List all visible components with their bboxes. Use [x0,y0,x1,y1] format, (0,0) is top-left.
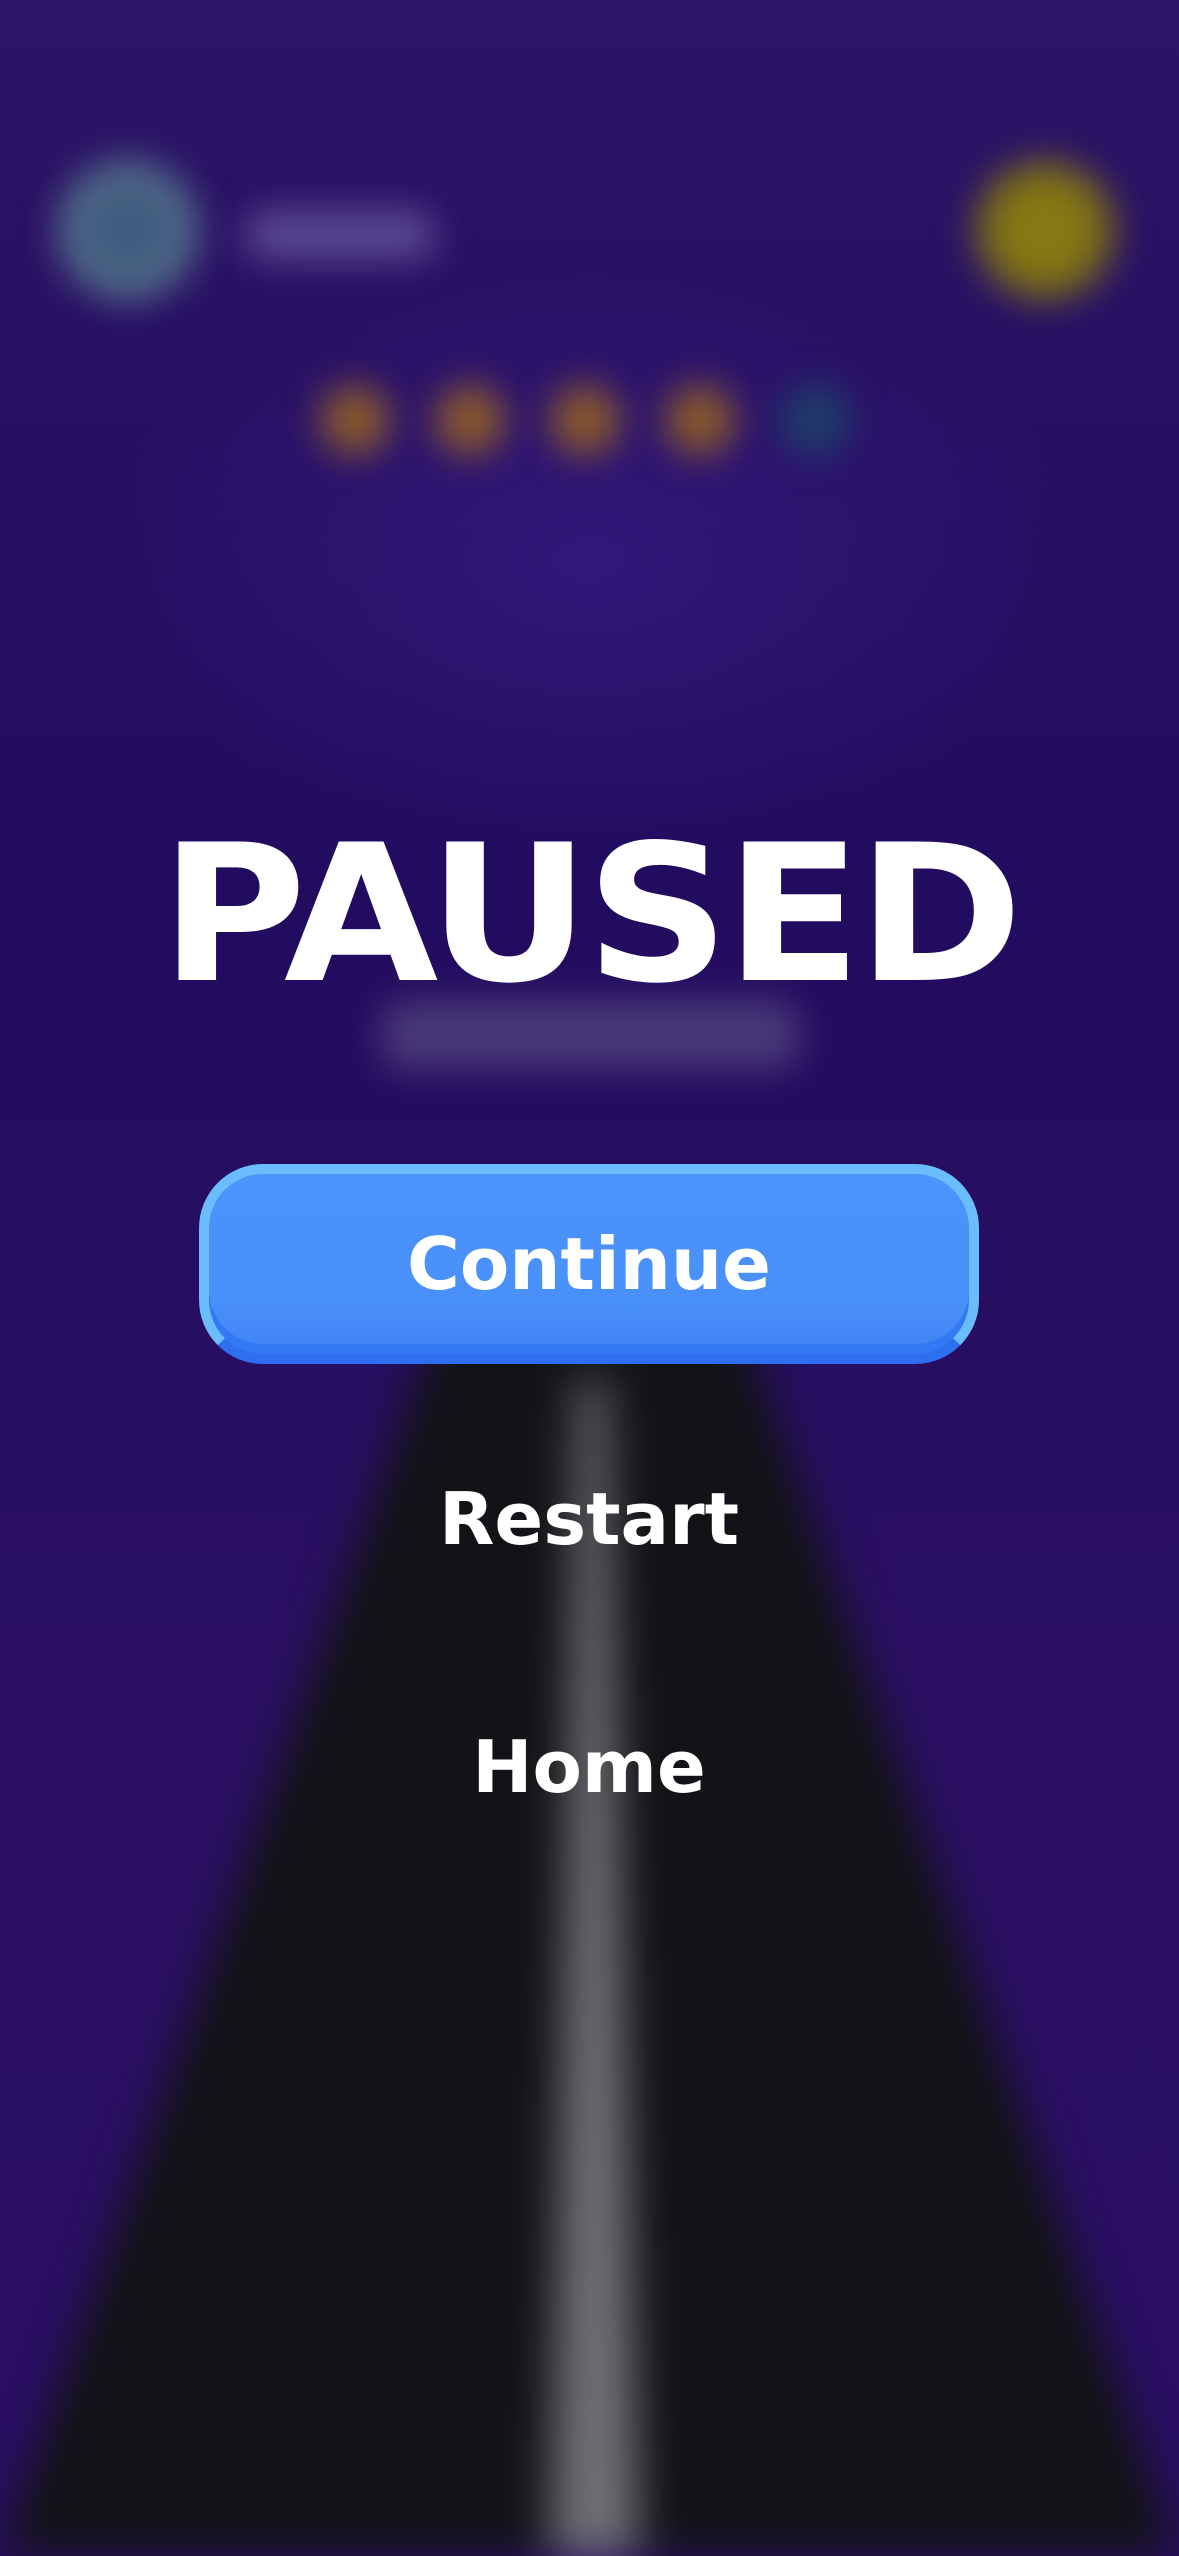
restart-button[interactable]: Restart [389,1464,789,1574]
home-label: Home [472,1725,706,1809]
paused-title: PAUSED [160,804,1023,1025]
continue-button[interactable]: Continue [199,1164,979,1364]
continue-label: Continue [406,1222,771,1306]
home-button[interactable]: Home [389,1712,789,1822]
restart-label: Restart [438,1477,740,1561]
pause-overlay: PAUSED Continue Restart Home [0,0,1179,2556]
